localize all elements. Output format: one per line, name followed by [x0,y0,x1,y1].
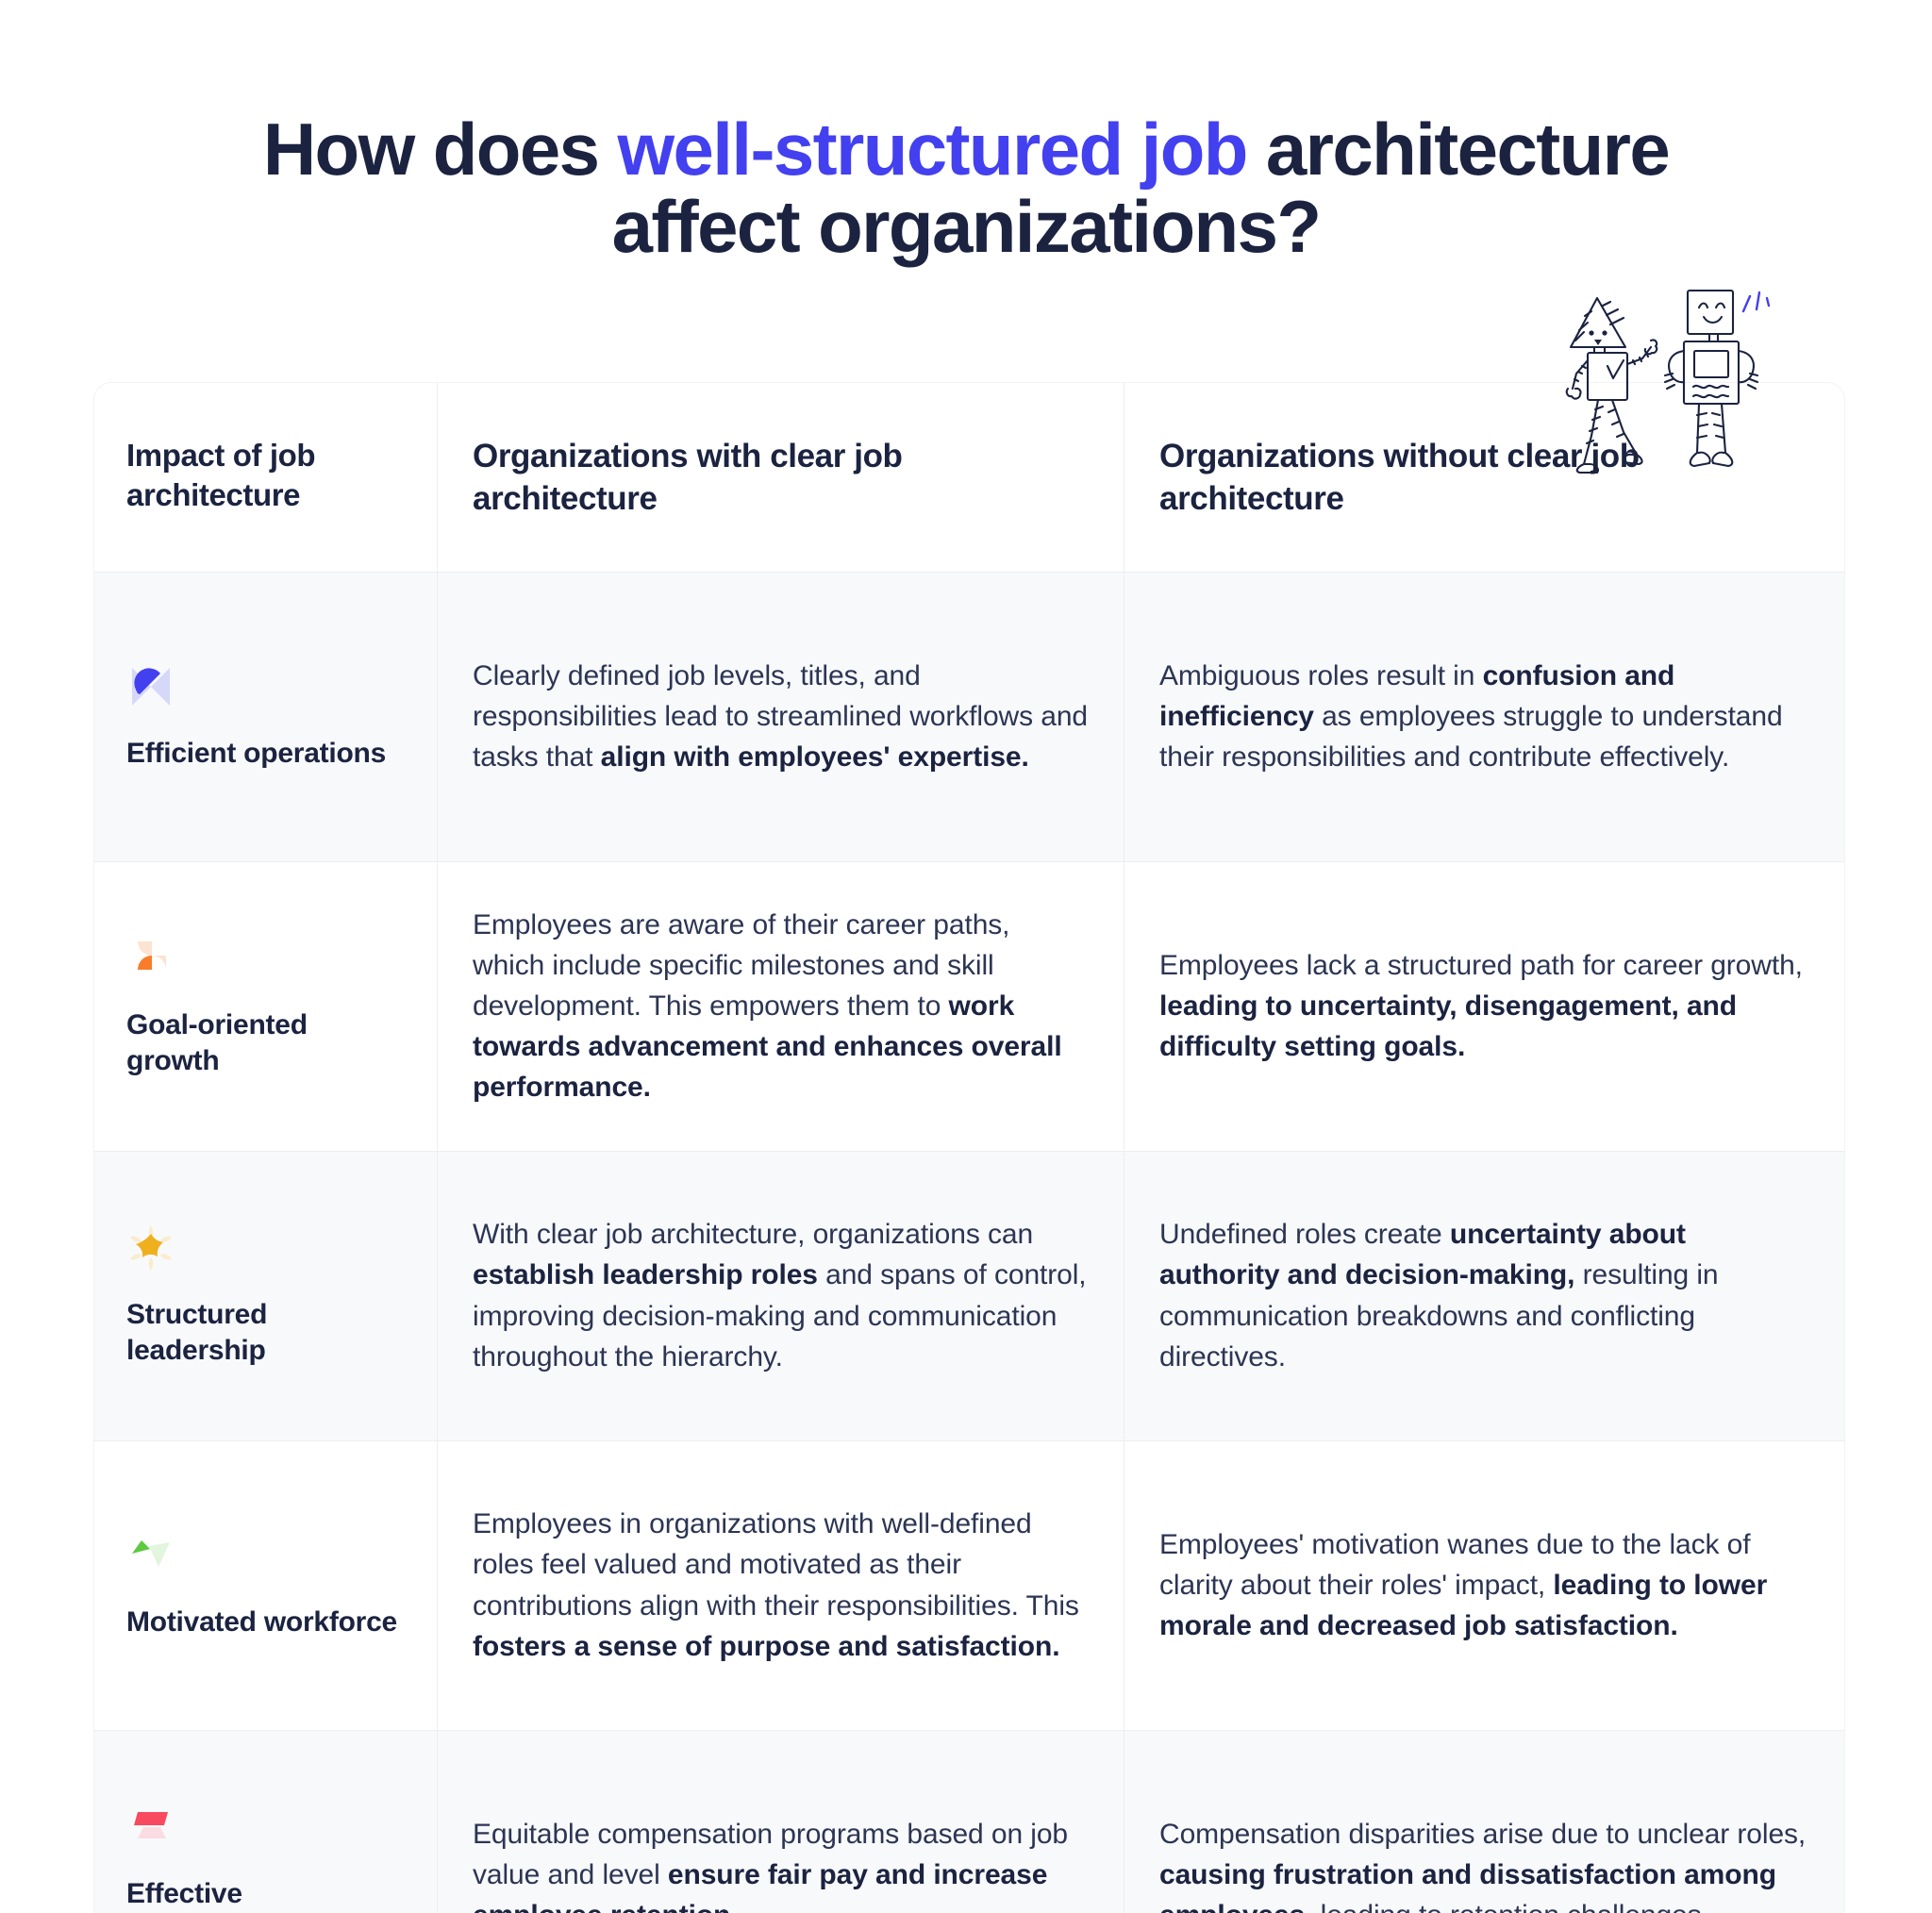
page-title-block: How does well-structured job architectur… [0,0,1932,266]
row-text-with-clear: Employees in organizations with well-def… [473,1508,1079,1662]
header-label-with-clear: Organizations with clear job architectur… [473,438,903,517]
page-title-accent: well-structured job [617,108,1248,191]
table-row: Goal-oriented growth Employees are aware… [94,860,1844,1151]
spark-lines-icon [1741,291,1771,313]
quarter-circles-icon [126,934,175,983]
infographic-page: How does well-structured job architectur… [0,0,1932,1913]
header-label-impact: Impact of job architecture [126,438,316,513]
bowtie-arc-icon [126,662,175,711]
row-cell-with-clear: Equitable compensation programs based on… [437,1730,1124,1913]
row-text-with-clear: Employees are aware of their career path… [473,908,1062,1104]
header-cell-impact: Impact of job architecture [94,383,437,572]
row-text-with-clear: With clear job architecture, organizatio… [473,1219,1087,1372]
header-label-without-clear: Organizations without clear job architec… [1159,438,1640,517]
row-text-with-clear: Clearly defined job levels, titles, and … [473,659,1088,774]
row-text-without-clear: Undefined roles create uncertainty about… [1159,1219,1719,1372]
row-cell-without-clear: Employees lack a structured path for car… [1124,861,1844,1151]
table-row: Efficient operations Clearly defined job… [94,571,1844,861]
lamp-shade-icon [126,1803,175,1852]
row-cell-with-clear: Employees are aware of their career path… [437,861,1124,1151]
row-label: Motivated workforce [126,1605,397,1638]
row-cell-with-clear: Employees in organizations with well-def… [437,1440,1124,1730]
row-label-cell: Efficient operations [94,573,437,861]
row-label-cell: Effective compensation [94,1731,437,1913]
comparison-table-card: Impact of job architecture Organizations… [94,289,1844,1913]
row-cell-without-clear: Undefined roles create uncertainty about… [1124,1151,1844,1440]
row-cell-without-clear: Employees' motivation wanes due to the l… [1124,1440,1844,1730]
table-row: Motivated workforce Employees in organiz… [94,1439,1844,1730]
header-cell-with-clear: Organizations with clear job architectur… [437,383,1124,572]
row-text-with-clear: Equitable compensation programs based on… [473,1818,1069,1913]
twin-triangles-icon [126,1531,175,1580]
row-text-without-clear: Compensation disparities arise due to un… [1159,1818,1807,1913]
row-label-cell: Structured leadership [94,1152,437,1440]
header-cell-without-clear: Organizations without clear job architec… [1124,383,1844,572]
table-header-row: Impact of job architecture Organizations… [94,383,1844,572]
table-row: Structured leadership With clear job arc… [94,1150,1844,1440]
row-cell-with-clear: Clearly defined job levels, titles, and … [437,572,1124,861]
row-text-without-clear: Employees' motivation wanes due to the l… [1159,1528,1768,1642]
row-label: Efficient operations [126,737,387,769]
page-title: How does well-structured job architectur… [160,108,1772,266]
row-text-without-clear: Employees lack a structured path for car… [1159,949,1803,1063]
row-label-cell: Goal-oriented growth [94,862,437,1151]
table-row: Effective compensation Equitable compens… [94,1729,1844,1913]
row-cell-with-clear: With clear job architecture, organizatio… [437,1151,1124,1440]
row-label: Effective compensation [126,1878,242,1910]
page-title-part1: How does [262,108,618,191]
row-label-cell: Motivated workforce [94,1441,437,1730]
star-sparkle-icon [126,1223,175,1273]
row-label: Goal-oriented growth [126,1009,308,1076]
row-cell-without-clear: Ambiguous roles result in confusion and … [1124,572,1844,861]
row-cell-without-clear: Compensation disparities arise due to un… [1124,1730,1844,1913]
row-text-without-clear: Ambiguous roles result in confusion and … [1159,659,1783,774]
comparison-table: Impact of job architecture Organizations… [94,383,1844,1913]
row-label: Structured leadership [126,1299,268,1366]
